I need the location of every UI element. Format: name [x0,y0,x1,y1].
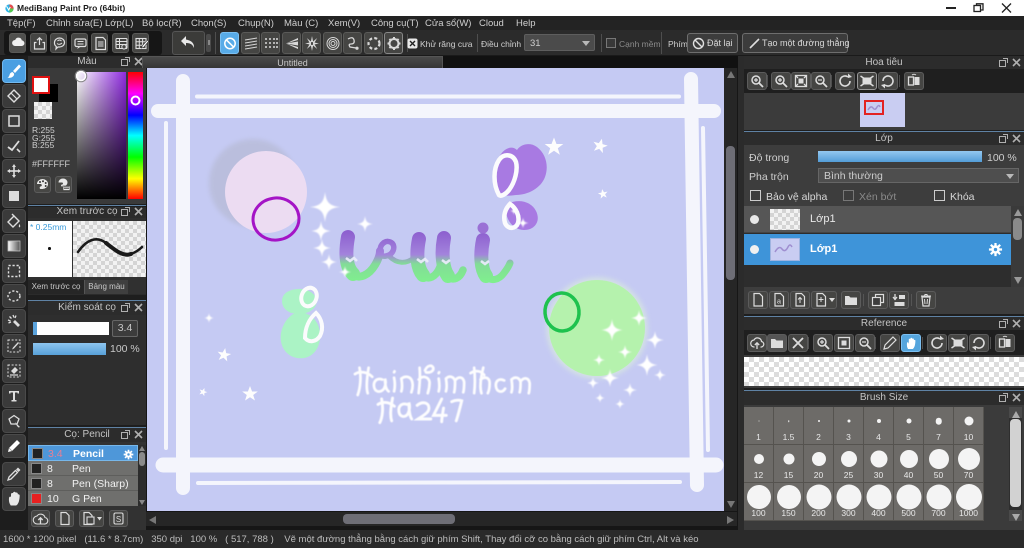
svg-text:a: a [777,297,782,306]
svg-text:S: S [116,515,121,524]
